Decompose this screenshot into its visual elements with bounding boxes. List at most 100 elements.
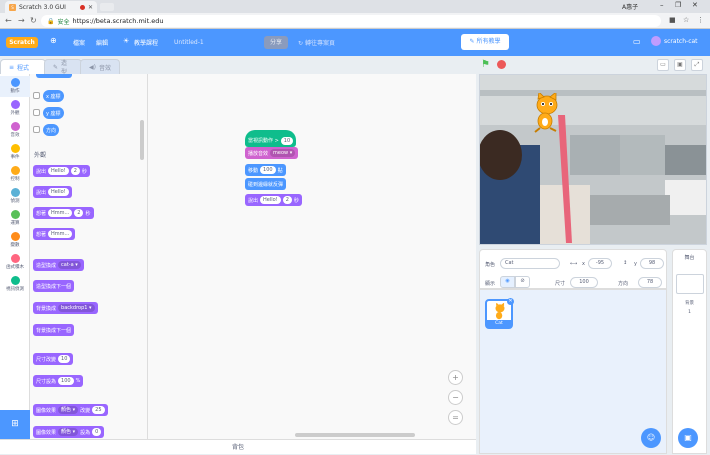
tab-code[interactable]: ≡ 程式: [0, 59, 46, 74]
effect-dropdown[interactable]: 顏色 ▾: [58, 428, 79, 436]
url-text[interactable]: https://beta.scratch.mit.edu: [73, 17, 164, 25]
block-think-for-secs[interactable]: 想著 Hmm... 2 秒: [33, 207, 94, 219]
tab-costumes[interactable]: ✎ 造型: [44, 59, 82, 76]
block-say-for-secs[interactable]: 說出 Hello! 2 秒: [33, 165, 90, 177]
category-video-sensing[interactable]: 視訊偵測: [0, 276, 30, 292]
effect-dropdown[interactable]: 顏色 ▾: [58, 406, 79, 414]
workspace-scrollbar[interactable]: [295, 433, 415, 437]
block-set-effect[interactable]: 圖像效果 顏色 ▾ 設為 0: [33, 426, 105, 438]
show-sprite-button[interactable]: ◉: [500, 276, 515, 288]
stop-icon[interactable]: [497, 60, 506, 69]
see-project-page-button[interactable]: ↻ 轉往專案頁: [298, 38, 335, 47]
checkbox-x[interactable]: [33, 92, 40, 99]
fullscreen-icon[interactable]: ⤢: [691, 59, 703, 71]
x-input[interactable]: -95: [588, 258, 612, 269]
palette-scrollbar[interactable]: [140, 120, 144, 160]
block-switch-backdrop[interactable]: 背景換成 backdrop1 ▾: [33, 302, 98, 314]
add-extension-button[interactable]: ⊞: [0, 410, 30, 439]
browser-tab[interactable]: S Scratch 3.0 GUI ✕: [5, 1, 97, 13]
new-tab-button[interactable]: [100, 3, 114, 11]
my-stuff-folder-icon[interactable]: ▭: [633, 37, 641, 46]
block-input[interactable]: Hello!: [48, 188, 69, 196]
browser-user[interactable]: A惠子: [622, 2, 638, 11]
script-bounce[interactable]: 碰到邊緣就反彈: [245, 178, 287, 190]
small-stage-icon[interactable]: ▭: [657, 59, 669, 71]
block-say[interactable]: 說出 Hello!: [33, 186, 72, 198]
block-input[interactable]: 0: [92, 428, 102, 436]
block-input[interactable]: 2: [74, 209, 84, 217]
block-y-position[interactable]: y 座標: [43, 107, 64, 119]
block-input[interactable]: 100: [58, 377, 74, 385]
close-window-icon[interactable]: ✕: [692, 1, 698, 9]
size-input[interactable]: 100: [570, 277, 598, 288]
sound-dropdown[interactable]: meow ▾: [270, 149, 296, 157]
avatar[interactable]: [651, 36, 661, 46]
language-globe-icon[interactable]: ⊕: [50, 36, 57, 45]
edit-menu[interactable]: 編輯: [96, 38, 108, 47]
forward-icon[interactable]: →: [18, 16, 25, 25]
checkbox-direction[interactable]: [33, 126, 40, 133]
account-name[interactable]: scratch-cat: [664, 38, 698, 45]
stage[interactable]: [479, 74, 707, 245]
category-looks[interactable]: 外觀: [0, 100, 30, 116]
stage-selector[interactable]: 舞台 背景 1: [672, 249, 707, 454]
script-play-sound[interactable]: 播放音效 meow ▾: [245, 147, 299, 159]
block-change-effect[interactable]: 圖像效果 顏色 ▾ 改變 25: [33, 404, 108, 416]
block-set-size[interactable]: 尺寸設為 100%: [33, 375, 84, 387]
direction-input[interactable]: 78: [638, 277, 662, 288]
cat-sprite[interactable]: [530, 93, 564, 133]
hide-sprite-button[interactable]: ⊘: [515, 276, 530, 288]
block-input[interactable]: 100: [260, 166, 276, 174]
sprite-name-input[interactable]: Cat: [500, 258, 560, 269]
block-input[interactable]: 10: [280, 136, 294, 145]
script-workspace[interactable]: 當視訊動作 >10 播放音效 meow ▾ 移動 100 點 碰到邊緣就反彈 說出 He…: [148, 74, 476, 439]
category-sensing[interactable]: 偵測: [0, 188, 30, 204]
project-title-input[interactable]: Untitled-1: [170, 36, 252, 49]
sprite-tile-cat[interactable]: ✕ Cat: [485, 298, 514, 329]
address-bar[interactable]: 🔒 安全 https://beta.scratch.mit.edu: [41, 15, 661, 27]
scratch-logo[interactable]: Scratch: [6, 37, 38, 48]
costume-dropdown[interactable]: cat-a ▾: [58, 261, 81, 269]
script-say-for-secs[interactable]: 說出 Hello! 2 秒: [245, 194, 302, 206]
back-icon[interactable]: ←: [5, 16, 12, 25]
checkbox-y[interactable]: [33, 109, 40, 116]
block-input[interactable]: 2: [282, 196, 292, 204]
zoom-in-button[interactable]: +: [448, 370, 463, 385]
motion-block-partial[interactable]: [36, 74, 72, 78]
script-move-steps[interactable]: 移動 100 點: [245, 164, 286, 176]
category-my-blocks[interactable]: 函式積木: [0, 254, 30, 270]
close-tab-icon[interactable]: ✕: [88, 4, 93, 11]
share-button[interactable]: 分享: [264, 36, 288, 49]
zoom-reset-button[interactable]: =: [448, 410, 463, 425]
block-change-size[interactable]: 尺寸改變 10: [33, 353, 74, 365]
backdrop-dropdown[interactable]: backdrop1 ▾: [58, 304, 95, 312]
cast-icon[interactable]: ■: [669, 16, 676, 24]
block-input[interactable]: Hello!: [48, 167, 69, 175]
category-operators[interactable]: 運算: [0, 210, 30, 226]
script-hat-video-motion[interactable]: 當視訊動作 >10: [245, 130, 297, 147]
block-input[interactable]: Hello!: [260, 196, 281, 204]
block-next-backdrop[interactable]: 背景換成下一個: [33, 324, 75, 336]
block-input[interactable]: 2: [70, 167, 80, 175]
add-sprite-button[interactable]: ☺: [641, 428, 661, 448]
minimize-icon[interactable]: –: [660, 1, 664, 9]
green-flag-icon[interactable]: ⚑: [481, 59, 490, 70]
block-think[interactable]: 想著 Hmm...: [33, 228, 76, 240]
category-motion[interactable]: 動作: [0, 76, 30, 97]
block-direction[interactable]: 方向: [43, 124, 60, 136]
tutorials-menu[interactable]: 教學課程: [134, 38, 158, 47]
large-stage-icon[interactable]: ▣: [674, 59, 686, 71]
block-x-position[interactable]: x 座標: [43, 90, 64, 102]
y-input[interactable]: 98: [640, 258, 664, 269]
category-sound[interactable]: 音效: [0, 122, 30, 138]
zoom-out-button[interactable]: −: [448, 390, 463, 405]
block-input[interactable]: 25: [92, 406, 105, 414]
star-icon[interactable]: ☆: [683, 16, 689, 24]
backpack[interactable]: 背包: [0, 439, 476, 454]
category-events[interactable]: 事件: [0, 144, 30, 160]
tutorials-button[interactable]: ✎ 所有教學: [461, 34, 509, 50]
add-backdrop-button[interactable]: ▣: [678, 428, 698, 448]
block-input[interactable]: Hmm...: [48, 209, 73, 217]
block-input[interactable]: 10: [58, 355, 71, 363]
reload-icon[interactable]: ↻: [30, 16, 37, 25]
